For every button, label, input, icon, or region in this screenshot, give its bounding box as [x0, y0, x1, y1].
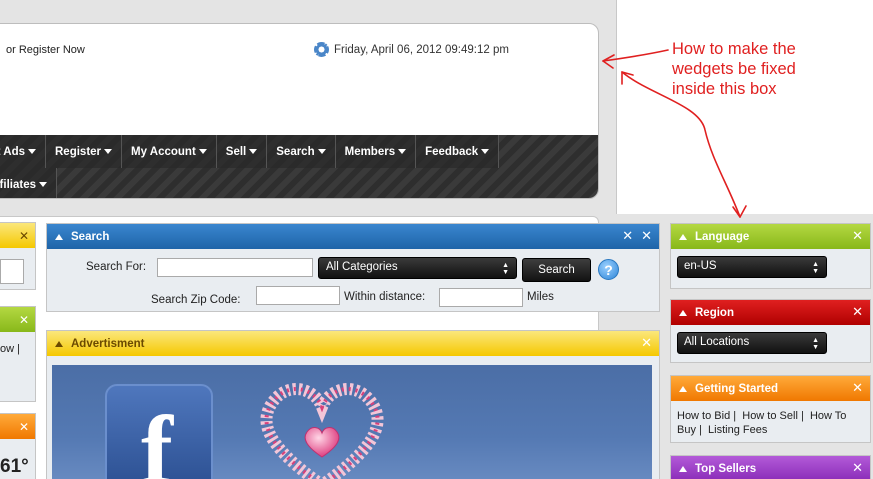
arrow-head-left: [602, 54, 615, 69]
arrow-head-bottom: [732, 205, 747, 218]
annotation-arrows: [602, 49, 747, 218]
arrow-to-widget: [621, 71, 741, 218]
